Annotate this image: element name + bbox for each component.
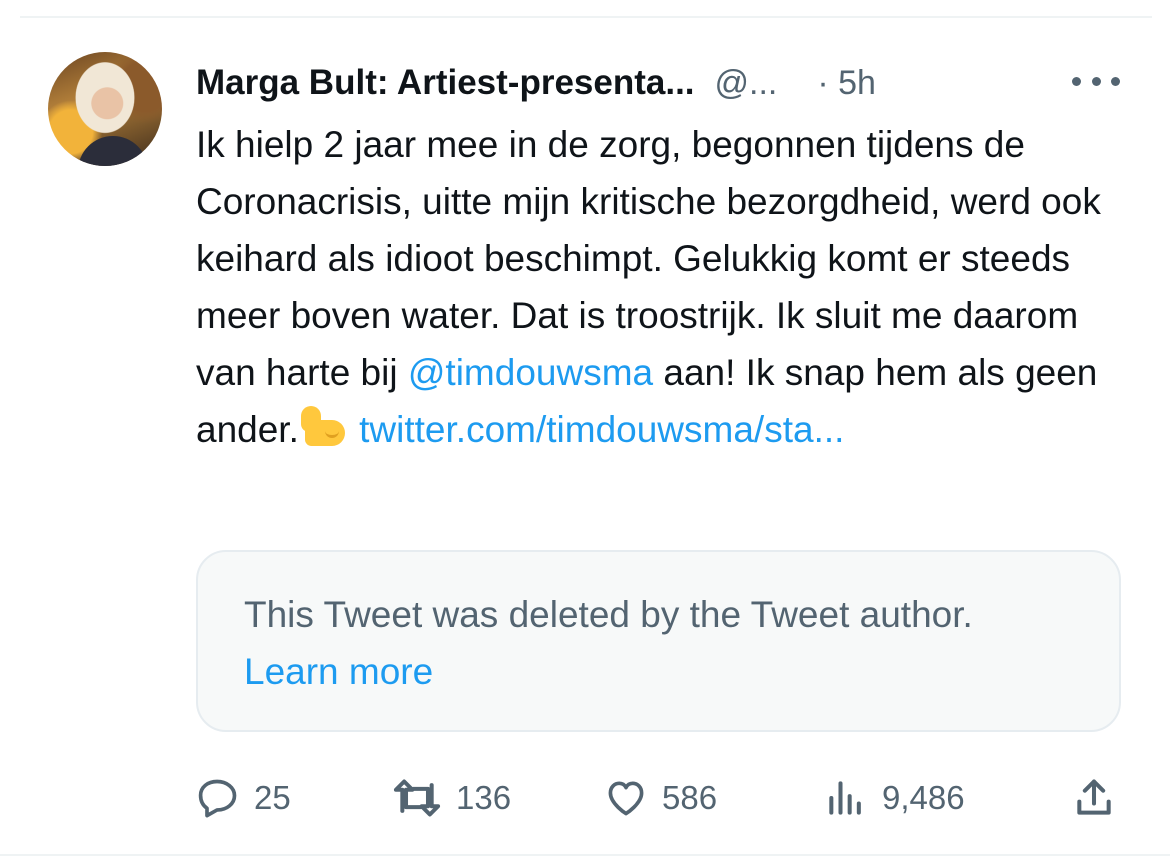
like-count: 586: [662, 779, 718, 816]
reply-count: 25: [254, 779, 291, 816]
like-button[interactable]: 586: [604, 770, 717, 826]
author-handle[interactable]: @...: [715, 64, 778, 103]
tweet-url-link[interactable]: twitter.com/timdouwsma/sta...: [359, 409, 844, 450]
reply-button[interactable]: 25: [196, 770, 291, 826]
avatar[interactable]: [48, 52, 162, 166]
author-display-name[interactable]: Marga Bult: Artiest-presenta...: [196, 63, 695, 103]
tweet-header: Marga Bult: Artiest-presenta... @... · 5…: [196, 58, 1126, 108]
tweet-timestamp[interactable]: · 5h: [817, 64, 876, 103]
retweet-count: 136: [456, 779, 512, 816]
retweet-button[interactable]: 136: [392, 770, 511, 826]
share-button[interactable]: [1072, 770, 1116, 826]
flexed-biceps-emoji-icon: [299, 406, 349, 450]
share-icon: [1077, 779, 1111, 815]
mention-link[interactable]: @timdouwsma: [408, 352, 653, 393]
more-dot: [1111, 76, 1120, 86]
deleted-quote-card: This Tweet was deleted by the Tweet auth…: [196, 550, 1121, 732]
views-count: 9,486: [882, 779, 965, 816]
tweet[interactable]: Marga Bult: Artiest-presenta... @... · 5…: [0, 0, 1170, 858]
analytics-icon: [829, 781, 861, 815]
deleted-message: This Tweet was deleted by the Tweet auth…: [244, 594, 973, 635]
more-dot: [1091, 76, 1101, 86]
views-button[interactable]: 9,486: [824, 770, 965, 826]
tweet-text: Ik hielp 2 jaar mee in de zorg, begonnen…: [196, 116, 1136, 458]
reply-icon: [198, 779, 237, 818]
action-bar: 25 136 586 9,486: [196, 770, 1126, 826]
heart-icon: [608, 781, 644, 816]
more-options-icon[interactable]: [1072, 66, 1120, 96]
bottom-divider: [0, 854, 1170, 856]
avatar-shoulder: [78, 136, 148, 166]
more-dot: [1072, 76, 1081, 86]
retweet-icon: [393, 779, 441, 817]
learn-more-link[interactable]: Learn more: [244, 651, 433, 692]
